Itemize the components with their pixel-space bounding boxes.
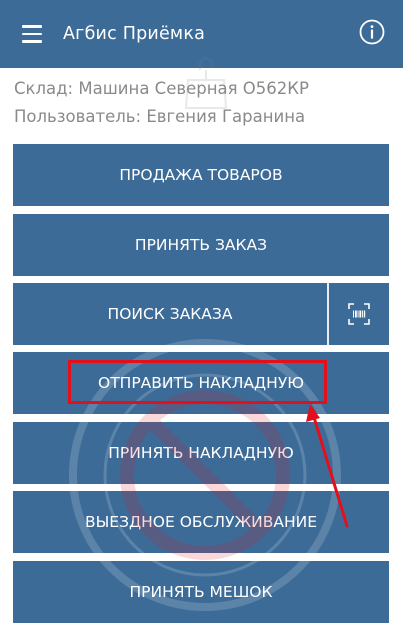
barcode-scan-icon (348, 303, 370, 325)
warehouse-label: Склад: Машина Северная О562КР (14, 79, 309, 98)
search-order-button[interactable]: ПОИСК ЗАКАЗА (13, 283, 327, 345)
app-bar: Агбис Приёмка (0, 0, 403, 68)
accept-bag-button[interactable]: ПРИНЯТЬ МЕШОК (13, 561, 389, 623)
field-service-button[interactable]: ВЫЕЗДНОЕ ОБСЛУЖИВАНИЕ (13, 491, 389, 553)
hamburger-menu-icon[interactable] (22, 25, 42, 43)
scan-button[interactable] (329, 283, 389, 345)
accept-order-button[interactable]: ПРИНЯТЬ ЗАКАЗ (13, 214, 389, 276)
search-order-row: ПОИСК ЗАКАЗА (13, 283, 389, 345)
info-icon[interactable] (359, 19, 385, 45)
accept-invoice-button[interactable]: ПРИНЯТЬ НАКЛАДНУЮ (13, 422, 389, 484)
send-invoice-button[interactable]: ОТПРАВИТЬ НАКЛАДНУЮ (13, 352, 389, 414)
user-label: Пользователь: Евгения Гаранина (14, 107, 306, 126)
sell-goods-button[interactable]: ПРОДАЖА ТОВАРОВ (13, 144, 389, 206)
app-title: Агбис Приёмка (63, 24, 206, 44)
